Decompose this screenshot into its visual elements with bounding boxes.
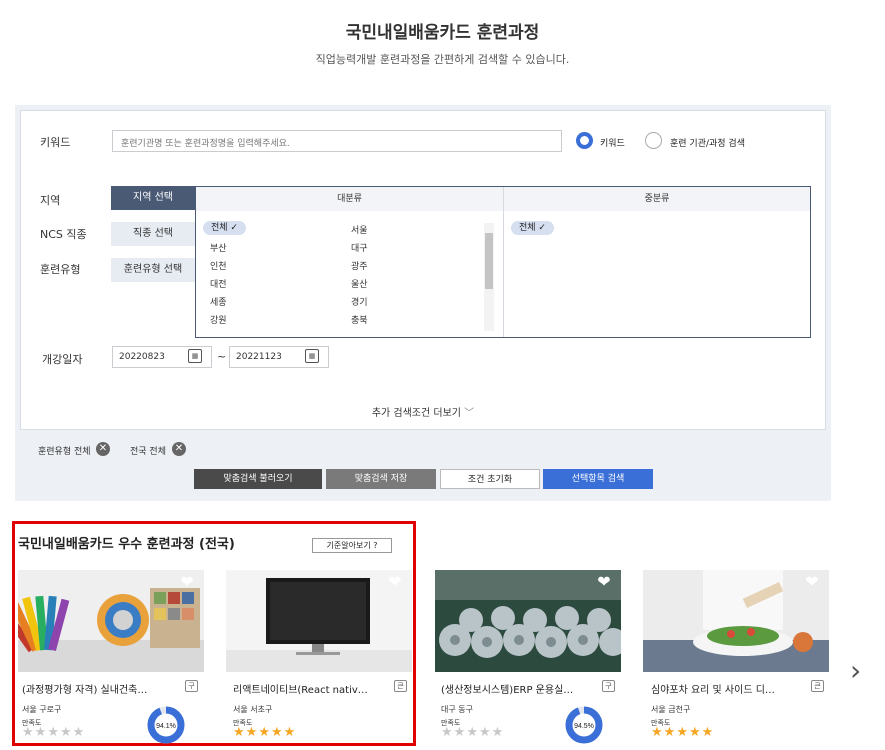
region-item[interactable]: 광주 (351, 259, 368, 272)
keyword-input[interactable]: 훈련기관명 또는 훈련과정명을 입력해주세요. (112, 130, 562, 152)
svg-text:94.5%: 94.5% (574, 723, 594, 730)
star-icon: ★ (270, 725, 284, 740)
star-icon: ★ (47, 725, 60, 740)
star-icon: ★ (283, 725, 297, 740)
minor-chip-selected[interactable]: 전체 ✓ (511, 221, 554, 235)
heart-icon[interactable]: ❤ (803, 574, 821, 590)
region-chip-selected[interactable]: 전체 ✓ (203, 221, 246, 235)
course-location: 서울 구로구 (22, 705, 62, 714)
star-icon: ★ (34, 725, 48, 740)
course-type-icon: 큰 (811, 680, 824, 692)
star-icon: ★ (59, 725, 73, 740)
save-custom-search-button[interactable]: 맞춤검색 저장 (326, 469, 436, 489)
star-icon: ★ (491, 725, 505, 740)
course-image[interactable] (18, 570, 204, 672)
satisfaction-donut: 94.1% (147, 706, 185, 744)
star-icon: ★ (441, 725, 454, 740)
chevron-right-icon[interactable]: › (850, 657, 861, 685)
type-label: 훈련유형 (40, 263, 81, 276)
course-image[interactable] (435, 570, 621, 672)
chevron-down-icon: ﹀ (464, 408, 475, 419)
radio-institution[interactable] (645, 132, 662, 149)
rating-stars: ★★★★★ (233, 726, 296, 740)
page-subtitle: 직업능력개발 훈련과정을 간편하게 검색할 수 있습니다. (315, 53, 570, 66)
rating-stars: ★★★★★ (651, 726, 714, 740)
best-section-title: 국민내일배움카드 우수 훈련과정 (전국) (18, 537, 235, 552)
svg-text:94.1%: 94.1% (156, 723, 176, 730)
star-icon: ★ (453, 725, 467, 740)
course-type-icon: 구 (185, 680, 198, 692)
heart-icon[interactable]: ❤ (178, 574, 196, 590)
rating-stars: ★★★★★ (22, 726, 85, 740)
star-icon: ★ (651, 725, 664, 740)
region-item[interactable]: 부산 (210, 241, 227, 254)
region-category-box: 대분류 중분류 전체 ✓ 부산 인천 대전 세종 강원 서울 대구 광주 울산 … (195, 186, 811, 338)
region-item[interactable]: 경기 (351, 295, 368, 308)
star-icon: ★ (663, 725, 677, 740)
star-icon: ★ (478, 725, 492, 740)
criteria-button[interactable]: 기준알아보기 ? (312, 538, 392, 553)
star-icon: ★ (676, 725, 689, 740)
radio-keyword[interactable] (576, 132, 593, 149)
course-image[interactable] (643, 570, 829, 672)
type-select-button[interactable]: 훈련유형 선택 (111, 258, 195, 282)
radio-keyword-label: 키워드 (600, 139, 625, 149)
load-custom-search-button[interactable]: 맞춤검색 불러오기 (194, 469, 322, 489)
satisfaction-donut: 94.5% (565, 706, 603, 744)
close-icon[interactable]: ✕ (172, 442, 186, 456)
star-icon: ★ (466, 725, 479, 740)
region-select-button[interactable]: 지역 선택 (111, 186, 195, 210)
course-name[interactable]: 심야포차 요리 및 사이드 디… (651, 681, 811, 696)
search-selected-button[interactable]: 선택항목 검색 (543, 469, 653, 489)
reset-conditions-button[interactable]: 조건 초기화 (440, 469, 540, 489)
region-scrollbar[interactable] (484, 223, 494, 331)
star-icon: ★ (233, 725, 246, 740)
course-image[interactable] (226, 570, 412, 672)
course-name[interactable]: (생산정보시스템)ERP 운용실… (441, 681, 601, 696)
filter-tag: 훈련유형 전체 (38, 447, 91, 457)
region-item[interactable]: 인천 (210, 259, 227, 272)
scroll-thumb[interactable] (485, 233, 493, 289)
star-icon: ★ (258, 725, 271, 740)
minor-header: 중분류 (504, 187, 810, 211)
region-item[interactable]: 대전 (210, 277, 227, 290)
course-type-icon: 큰 (394, 680, 407, 692)
course-location: 대구 동구 (441, 705, 473, 714)
region-item[interactable]: 충북 (351, 313, 368, 326)
major-header: 대분류 (196, 187, 503, 211)
star-icon: ★ (688, 725, 702, 740)
region-item[interactable]: 세종 (210, 295, 227, 308)
page: 국민내일배움카드 훈련과정 직업능력개발 훈련과정을 간편하게 검색할 수 있습… (0, 0, 885, 750)
course-name[interactable]: 리액트네이티브(React nativ… (233, 681, 393, 696)
star-icon: ★ (22, 725, 35, 740)
star-icon: ★ (245, 725, 259, 740)
course-name[interactable]: (과정평가형 자격) 실내건축… (22, 681, 182, 696)
star-icon: ★ (701, 725, 715, 740)
more-conditions-toggle[interactable]: 추가 검색조건 더보기 ﹀ (0, 404, 846, 419)
ncs-label: NCS 직종 (40, 228, 87, 241)
rating-stars: ★★★★★ (441, 726, 504, 740)
region-item[interactable]: 강원 (210, 313, 227, 326)
radio-institution-label: 훈련 기관/과정 검색 (670, 139, 745, 149)
ncs-select-button[interactable]: 직종 선택 (111, 222, 195, 246)
course-type-icon: 구 (602, 680, 615, 692)
star-icon: ★ (72, 725, 86, 740)
calendar-icon[interactable]: ▦ (188, 349, 202, 363)
filter-tag: 전국 전체 (130, 447, 166, 457)
region-item[interactable]: 대구 (351, 241, 368, 254)
region-item[interactable]: 서울 (351, 223, 368, 236)
date-label: 개강일자 (42, 353, 83, 366)
course-location: 서울 금천구 (651, 705, 691, 714)
calendar-icon[interactable]: ▦ (305, 349, 319, 363)
region-label: 지역 (40, 194, 61, 207)
heart-icon[interactable]: ❤ (386, 574, 404, 590)
category-divider (503, 187, 504, 337)
keyword-label: 키워드 (40, 136, 71, 149)
close-icon[interactable]: ✕ (96, 442, 110, 456)
heart-icon[interactable]: ❤ (595, 574, 613, 590)
date-separator: ~ (217, 350, 227, 363)
course-location: 서울 서초구 (233, 705, 273, 714)
region-item[interactable]: 울산 (351, 277, 368, 290)
page-title: 국민내일배움카드 훈련과정 (345, 23, 540, 43)
